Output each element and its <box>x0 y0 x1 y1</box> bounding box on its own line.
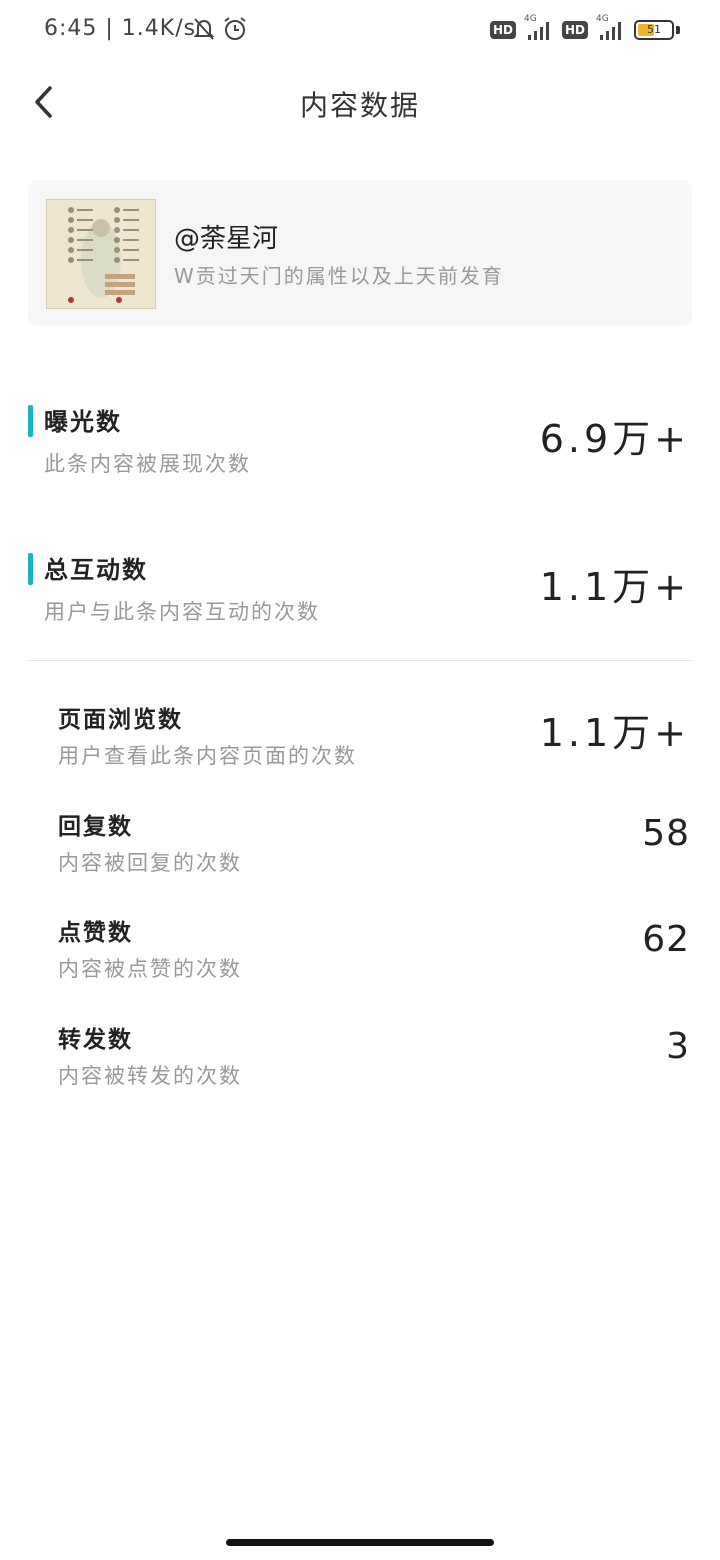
bell-muted-icon <box>193 18 215 40</box>
metric-label: 回复数 <box>58 814 133 840</box>
metric-value: 62 <box>642 919 690 960</box>
metric-label: 点赞数 <box>58 920 133 946</box>
metric-description: 用户与此条内容互动的次数 <box>44 600 320 624</box>
post-description: W贡过天门的属性以及上天前发育 <box>174 264 504 288</box>
accent-bar <box>28 405 33 437</box>
hd-badge: HD <box>489 21 516 39</box>
home-indicator[interactable] <box>226 1539 494 1546</box>
metric-value: 6.9万+ <box>539 417 690 461</box>
metric-label: 转发数 <box>58 1027 133 1053</box>
metric-page-views: 页面浏览数 用户查看此条内容页面的次数 1.1万+ <box>0 698 720 778</box>
battery-icon: 51 <box>634 20 674 40</box>
top-nav: 内容数据 <box>0 60 720 144</box>
post-thumbnail <box>46 199 156 309</box>
status-icons: HD 4G HD 4G 51 <box>489 14 680 46</box>
metric-shares: 转发数 内容被转发的次数 3 <box>0 1018 720 1098</box>
battery-cap <box>676 26 680 34</box>
metric-description: 内容被转发的次数 <box>58 1064 242 1088</box>
post-author[interactable]: @荼星河 <box>174 218 278 255</box>
metric-description: 内容被点赞的次数 <box>58 957 242 981</box>
signal-icon-2: 4G <box>596 14 626 42</box>
metric-description: 用户查看此条内容页面的次数 <box>58 744 357 768</box>
metric-label: 曝光数 <box>44 408 122 436</box>
post-card[interactable]: @荼星河 W贡过天门的属性以及上天前发育 <box>28 180 692 326</box>
metric-value: 1.1万+ <box>539 565 690 609</box>
hd-badge-2: HD <box>561 21 588 39</box>
status-time: 6:45 | 1.4K/s <box>44 16 197 41</box>
status-bar: 6:45 | 1.4K/s HD 4G HD 4G 51 <box>0 0 720 60</box>
section-divider <box>28 660 692 661</box>
signal-type-label-2: 4G <box>596 14 609 24</box>
metric-interactions: 总互动数 用户与此条内容互动的次数 1.1万+ <box>0 548 720 638</box>
metric-replies: 回复数 内容被回复的次数 58 <box>0 805 720 885</box>
metric-description: 内容被回复的次数 <box>58 851 242 875</box>
metric-description: 此条内容被展现次数 <box>44 452 251 476</box>
alarm-icon <box>224 17 246 40</box>
signal-type-label: 4G <box>523 14 537 24</box>
metric-value: 1.1万+ <box>539 711 690 755</box>
metric-exposure: 曝光数 此条内容被展现次数 6.9万+ <box>0 400 720 490</box>
metric-label: 总互动数 <box>44 556 148 584</box>
metric-value: 3 <box>666 1026 690 1067</box>
accent-bar <box>28 553 33 585</box>
metric-value: 58 <box>642 813 690 854</box>
signal-icon: 4G <box>524 14 554 42</box>
metric-label: 页面浏览数 <box>58 707 183 733</box>
battery-level: 51 <box>647 23 661 36</box>
metric-likes: 点赞数 内容被点赞的次数 62 <box>0 911 720 991</box>
page-title: 内容数据 <box>299 89 420 122</box>
